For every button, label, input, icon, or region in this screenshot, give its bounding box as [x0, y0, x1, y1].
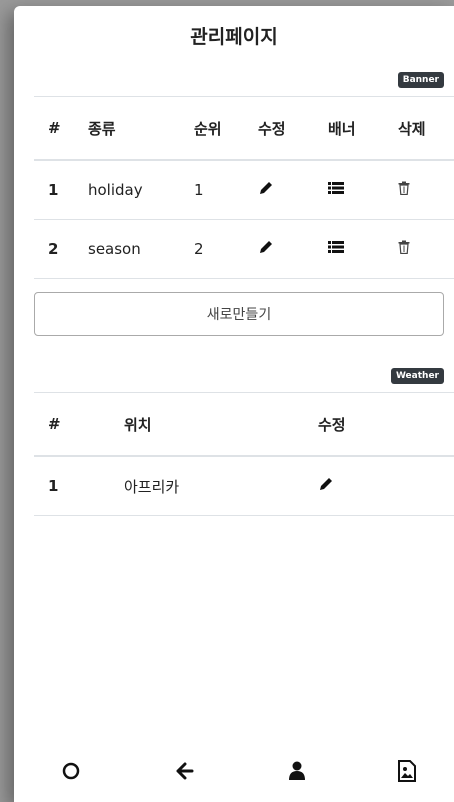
- col-edit: 수정: [304, 392, 454, 457]
- new-banner-button[interactable]: 새로만들기: [34, 292, 444, 336]
- row-rank: 2: [180, 219, 244, 279]
- table-row: 1 아프리카: [34, 456, 454, 516]
- row-number: 1: [34, 160, 74, 220]
- col-kind: 종류: [74, 96, 180, 161]
- edit-cell: [244, 219, 314, 279]
- pencil-icon[interactable]: [258, 180, 274, 200]
- edit-cell: [244, 160, 314, 220]
- col-banner: 배너: [314, 96, 384, 161]
- app-frame: 관리페이지 Banner # 종류 순위 수정 배너 삭제 1 holiday …: [14, 6, 454, 802]
- row-number: 1: [34, 456, 84, 516]
- delete-cell: [384, 219, 454, 279]
- edit-cell: [304, 456, 454, 516]
- col-number: #: [34, 392, 84, 457]
- row-kind: season: [74, 219, 180, 279]
- table-row: 2 season 2: [34, 219, 454, 279]
- banner-cell: [314, 219, 384, 279]
- banner-table: # 종류 순위 수정 배너 삭제 1 holiday 1 2 season 2: [34, 96, 454, 279]
- col-location: 위치: [84, 392, 304, 457]
- row-rank: 1: [180, 160, 244, 220]
- row-location: 아프리카: [84, 456, 304, 516]
- col-number: #: [34, 96, 74, 161]
- arrow-left-icon[interactable]: [170, 756, 200, 786]
- user-icon[interactable]: [282, 756, 312, 786]
- banner-cell: [314, 160, 384, 220]
- table-row: 1 holiday 1: [34, 160, 454, 220]
- banner-badge: Banner: [397, 72, 444, 88]
- weather-table: # 위치 수정 1 아프리카: [34, 392, 454, 516]
- weather-badge: Weather: [390, 368, 444, 384]
- list-icon[interactable]: [328, 240, 344, 258]
- list-icon[interactable]: [328, 181, 344, 199]
- trash-icon[interactable]: [398, 181, 410, 199]
- row-number: 2: [34, 219, 74, 279]
- col-delete: 삭제: [384, 96, 454, 161]
- weather-table-header: # 위치 수정: [34, 392, 454, 457]
- pencil-icon[interactable]: [258, 239, 274, 259]
- col-edit: 수정: [244, 96, 314, 161]
- banner-table-header: # 종류 순위 수정 배너 삭제: [34, 96, 454, 161]
- trash-icon[interactable]: [398, 240, 410, 258]
- bottom-nav: [14, 738, 454, 802]
- page-title: 관리페이지: [190, 26, 278, 48]
- delete-cell: [384, 160, 454, 220]
- row-kind: holiday: [74, 160, 180, 220]
- pencil-icon[interactable]: [318, 476, 334, 496]
- image-file-icon[interactable]: [392, 756, 422, 786]
- circle-icon[interactable]: [56, 756, 86, 786]
- col-rank: 순위: [180, 96, 244, 161]
